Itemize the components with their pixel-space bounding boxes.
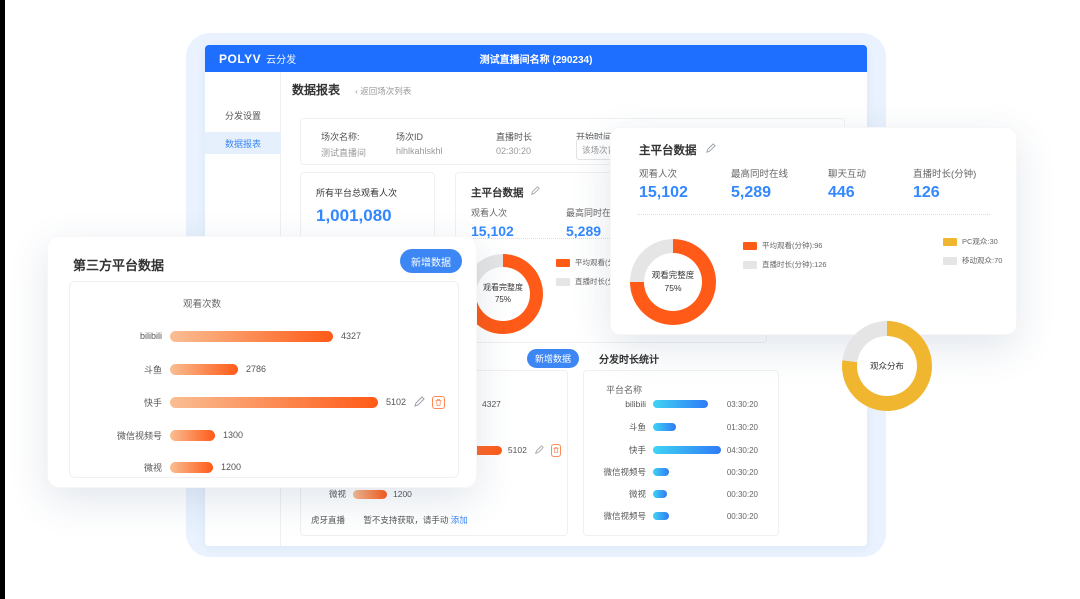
- duration-row-douyu: 斗鱼 01:30:20: [594, 421, 770, 433]
- bar: [170, 397, 378, 408]
- sidebar-item-distribution-settings[interactable]: 分发设置: [205, 104, 281, 126]
- session-id-value: hlhlkahlskhl: [396, 146, 443, 156]
- huya-label: 虎牙直播: [311, 515, 345, 525]
- delete-icon[interactable]: [551, 444, 561, 457]
- bar-row-douyu: 斗鱼 2786: [70, 362, 458, 376]
- completion-donut: 观看完整度 75%: [630, 239, 716, 325]
- edit-icon[interactable]: [534, 445, 544, 455]
- third-party-overlay-card: 第三方平台数据 新增数据 观看次数 bilibili 4327 斗鱼 2786 …: [47, 236, 477, 488]
- edit-icon[interactable]: [530, 186, 540, 196]
- stat-chat-interactions: 聊天互动 446: [828, 166, 866, 202]
- legend-swatch-orange: [743, 242, 757, 250]
- live-duration-value: 02:30:20: [496, 146, 531, 156]
- bar: [653, 490, 667, 498]
- bar: [653, 468, 669, 476]
- duration-row-weishi: 微视 00:30:20: [594, 488, 770, 500]
- huya-note: 虎牙直播 暂不支持获取，请手动 添加: [311, 514, 468, 526]
- main-platform-title: 主平台数据: [471, 185, 540, 200]
- edit-icon[interactable]: [705, 143, 716, 154]
- stat-peak-online: 最高同时在线 5,289: [731, 166, 788, 202]
- add-data-button[interactable]: 新增数据: [527, 349, 579, 368]
- duration-row-kuaishou: 快手 04:30:20: [594, 444, 770, 456]
- total-views-label: 所有平台总观看人次: [316, 186, 397, 199]
- back-to-session-list-link[interactable]: ‹ 返回场次列表: [355, 85, 411, 97]
- app-logo[interactable]: POLYV 云分发: [219, 45, 296, 72]
- delete-icon[interactable]: [432, 396, 445, 409]
- session-name-value: 测试直播间: [321, 146, 366, 159]
- product-name: 云分发: [266, 51, 296, 66]
- duration-section-title: 分发时长统计: [599, 351, 659, 366]
- legend-swatch-yellow: [943, 238, 957, 246]
- huya-note-text: 暂不支持获取，请手动: [363, 515, 448, 525]
- room-title: 测试直播间名称 (290234): [205, 45, 867, 72]
- page-title: 数据报表: [292, 81, 340, 98]
- views-header: 观看次数: [183, 296, 221, 310]
- legend-swatch-gray: [743, 261, 757, 269]
- edit-icon[interactable]: [413, 396, 425, 408]
- duration-row-bilibili: bilibili 03:30:20: [594, 398, 770, 410]
- duration-chart-box: 平台名称 bilibili 03:30:20 斗鱼 01:30:20 快手 04…: [583, 370, 779, 536]
- bar-row-weishi: 微视 1200: [70, 460, 458, 474]
- bar-row-kuaishou: 快手 5102: [70, 395, 458, 409]
- bar: [170, 462, 213, 473]
- legend-swatch-orange: [556, 259, 570, 267]
- main-platform-overlay-title: 主平台数据: [639, 142, 716, 158]
- bar-row-weishi: 微视 1200: [311, 488, 561, 500]
- completion-donut-center-text: 观看完整度 75%: [630, 239, 716, 325]
- duration-row-wechat-channels-2: 微信视频号 00:30:20: [594, 510, 770, 522]
- sidebar-item-data-report[interactable]: 数据报表: [205, 132, 281, 154]
- bar: [170, 364, 238, 375]
- bar-row-bilibili: bilibili 4327: [70, 329, 458, 343]
- audience-donut: 观众分布: [842, 321, 932, 411]
- bar: [653, 446, 721, 454]
- audience-donut-center-text: 观众分布: [842, 321, 932, 411]
- live-duration-label: 直播时长: [496, 130, 532, 143]
- bar: [653, 400, 708, 408]
- third-party-title: 第三方平台数据: [73, 255, 164, 274]
- bar: [353, 490, 387, 499]
- screen-edge-strip: [0, 0, 5, 599]
- total-views-value: 1,001,080: [316, 206, 392, 226]
- main-platform-overlay-card: 主平台数据 观看人次 15,102 最高同时在线 5,289 聊天互动 446 …: [610, 127, 1017, 335]
- bar: [653, 423, 676, 431]
- stat-views: 观看人次 15,102: [471, 206, 514, 239]
- stat-live-duration: 直播时长(分钟) 126: [913, 166, 976, 202]
- legend-swatch-gray: [556, 278, 570, 286]
- polyv-logo: POLYV: [219, 52, 261, 66]
- duration-row-wechat-channels: 微信视频号 00:30:20: [594, 466, 770, 478]
- dashed-divider: [637, 214, 990, 215]
- third-party-chart-box: 观看次数 bilibili 4327 斗鱼 2786 快手 5102 微信视频号: [69, 281, 459, 478]
- stat-views: 观看人次 15,102: [639, 166, 688, 202]
- app-header: 测试直播间名称 (290234) POLYV 云分发: [205, 45, 867, 72]
- bar: [170, 331, 333, 342]
- bar: [653, 512, 669, 520]
- audience-donut-legend: PC观众:30 移动观众:70: [943, 236, 1002, 266]
- completion-donut-legend: 平均观看(分钟):96 直播时长(分钟):126: [743, 240, 827, 270]
- platform-name-header: 平台名称: [606, 383, 642, 396]
- bar-row-wechat-channels: 微信视频号 1300: [70, 428, 458, 442]
- bar: [170, 430, 215, 441]
- session-name-label: 场次名称:: [321, 130, 360, 143]
- session-id-label: 场次ID: [396, 130, 423, 143]
- add-data-button[interactable]: 新增数据: [400, 249, 462, 273]
- legend-swatch-gray: [943, 257, 957, 265]
- huya-add-link[interactable]: 添加: [451, 515, 468, 525]
